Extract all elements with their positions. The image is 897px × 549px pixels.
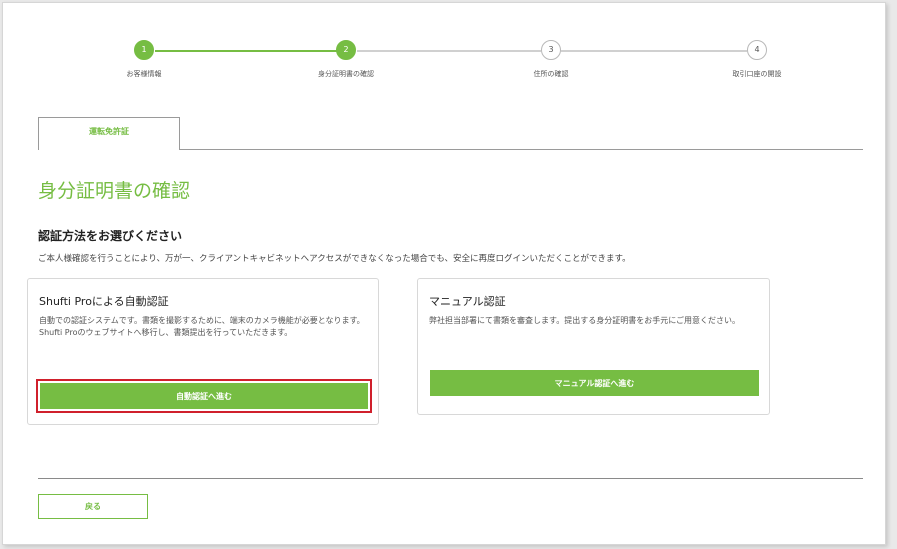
manual-verification-card: マニュアル認証 弊社担当部署にて書類を審査します。提出する身分証明書をお手元にご… — [417, 278, 770, 415]
step-3-circle: 3 — [541, 40, 561, 60]
step-3-number: 3 — [548, 45, 554, 54]
section-heading: 認証方法をお選びください — [38, 229, 183, 243]
step-2-circle: 2 — [336, 40, 356, 60]
step-3-label: 住所の確認 — [533, 70, 569, 78]
progress-stepper: 1 2 3 4 お客様情報 身分証明書の確認 住所の確認 取引口座の開設 — [3, 3, 885, 93]
auto-verification-button[interactable]: 自動認証へ進む — [40, 383, 368, 409]
step-2-label: 身分証明書の確認 — [318, 70, 374, 78]
manual-card-description: 弊社担当部署にて書類を審査します。提出する身分証明書をお手元にご用意ください。 — [429, 316, 741, 325]
step-1-label: お客様情報 — [126, 70, 162, 78]
auto-verification-card: Shufti Proによる自動認証 自動での認証システムです。書類を撮影するため… — [27, 278, 379, 425]
step-4-number: 4 — [754, 45, 760, 54]
step-4-label: 取引口座の開設 — [732, 70, 782, 78]
tab-drivers-license[interactable]: 運転免許証 — [38, 117, 180, 150]
step-1-circle: 1 — [134, 40, 154, 60]
step-connector-2-3 — [357, 50, 541, 52]
auto-card-title: Shufti Proによる自動認証 — [39, 295, 169, 308]
step-connector-3-4 — [561, 50, 747, 52]
step-2-number: 2 — [343, 45, 349, 54]
step-4-circle: 4 — [747, 40, 767, 60]
step-connector-1-2 — [155, 50, 337, 52]
auto-card-description: 自動での認証システムです。書類を撮影するために、端末のカメラ機能が必要となります… — [39, 316, 365, 337]
step-1-number: 1 — [141, 45, 147, 54]
tab-divider — [180, 149, 863, 150]
manual-verification-button[interactable]: マニュアル認証へ進む — [430, 370, 759, 396]
section-description: ご本人様確認を行うことにより、万が一、クライアントキャビネットへアクセスができな… — [38, 254, 631, 264]
page-title: 身分証明書の確認 — [38, 180, 191, 202]
bottom-divider — [38, 478, 863, 479]
back-button[interactable]: 戻る — [38, 494, 148, 519]
manual-card-title: マニュアル認証 — [429, 295, 506, 308]
registration-window: 1 2 3 4 お客様情報 身分証明書の確認 住所の確認 取引口座の開設 運転免… — [2, 2, 886, 545]
